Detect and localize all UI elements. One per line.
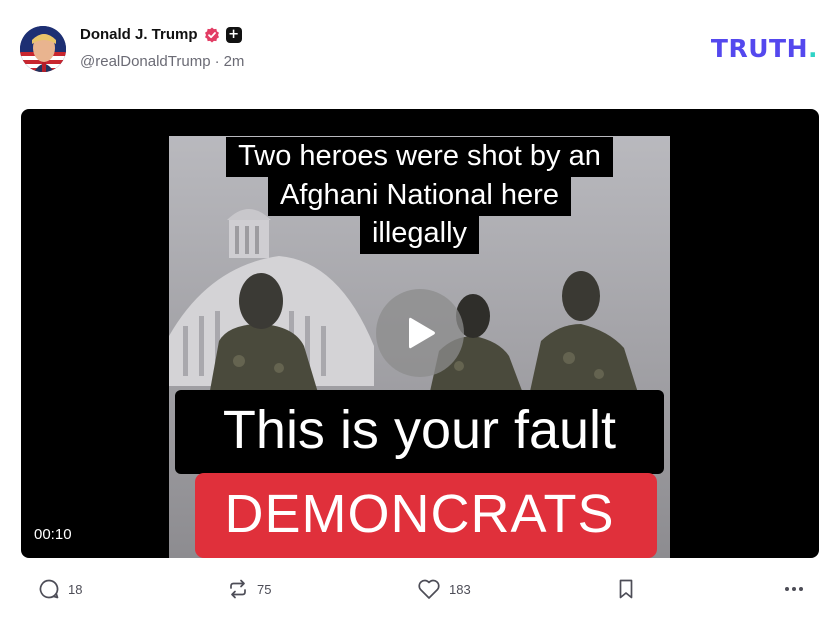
post-header: Donald J. Trump + @realDonaldTrump · 2m … [20,22,820,78]
retruth-button[interactable]: 75 [227,578,271,600]
retruth-count: 75 [257,581,272,597]
caption-top: Two heroes were shot by an [169,136,670,177]
post-actions: 18 75 183 [38,578,808,608]
post-time[interactable]: 2m [224,53,245,70]
meta-separator: · [214,53,220,70]
author-handle[interactable]: @realDonaldTrump [80,53,211,70]
plus-badge-icon: + [225,26,242,43]
avatar[interactable] [20,26,66,72]
post-meta: @realDonaldTrump · 2m [80,53,244,70]
caption-line-2: Afghani National here [268,176,571,216]
caption-line-1: Two heroes were shot by an [226,137,613,177]
caption-line-2-wrap: Afghani National here [169,174,670,216]
author-name[interactable]: Donald J. Trump [80,26,198,43]
repost-icon [230,579,246,599]
more-options-button[interactable] [782,578,806,600]
truth-logo[interactable]: TRUTH. [711,34,818,63]
caption-line-3: illegally [359,214,480,254]
caption-line-3-wrap: illegally [169,212,670,254]
bookmark-icon [619,579,633,599]
play-button[interactable] [376,289,464,377]
overlay-text: This is your fault [222,400,617,460]
logo-text: TRUTH [710,34,808,63]
reply-count: 18 [68,581,83,597]
verified-badge-icon [204,27,219,42]
reply-button[interactable]: 18 [38,578,82,600]
comment-icon [39,579,59,599]
like-count: 183 [449,581,471,597]
heart-icon [418,579,440,599]
video-duration: 00:10 [34,526,72,543]
logo-dot: . [808,34,818,63]
banner-text: DEMONCRATS [224,484,615,544]
play-icon [409,317,435,349]
video-player[interactable]: Two heroes were shot by an Afghani Natio… [21,109,819,558]
more-icon [785,587,803,591]
like-button[interactable]: 183 [417,578,471,600]
bookmark-button[interactable] [616,578,636,600]
